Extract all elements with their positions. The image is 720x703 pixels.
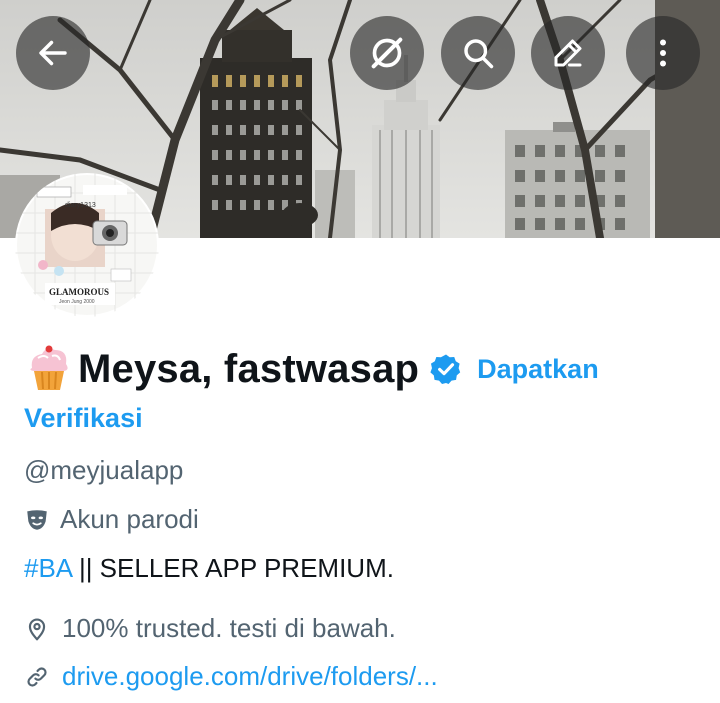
- display-name: Meysa, fastwasap: [78, 346, 420, 391]
- parody-label: Akun parodi: [24, 504, 199, 535]
- parody-mask-icon: [27, 509, 47, 530]
- parody-label-text: Akun parodi: [60, 504, 199, 534]
- website-row: drive.google.com/drive/folders/...: [24, 661, 438, 692]
- arrow-left-icon: [39, 40, 67, 66]
- user-handle: @meyjualapp: [24, 455, 184, 485]
- location-row: 100% trusted. testi di bawah.: [24, 613, 396, 644]
- get-verified-link-line1[interactable]: Dapatkan: [477, 354, 599, 385]
- verified-badge-icon[interactable]: [429, 352, 463, 386]
- pencil-icon: [554, 39, 582, 67]
- location-text: 100% trusted. testi di bawah.: [62, 613, 396, 643]
- back-button[interactable]: [16, 16, 90, 90]
- avatar-subcaption: Jeon Jung 2000: [59, 299, 95, 305]
- avatar[interactable]: diary1313 GLAMOROUS Jeon Jung 2000: [15, 173, 159, 317]
- bio: #BA || SELLER APP PREMIUM.: [24, 553, 394, 584]
- search-icon: [464, 39, 494, 69]
- profile-name-block: Meysa, fastwasap Dapatkan Verifikasi: [24, 343, 704, 435]
- avatar-caption: GLAMOROUS: [49, 287, 109, 297]
- more-vertical-icon: [660, 39, 666, 67]
- bio-hashtag[interactable]: #BA: [24, 553, 72, 583]
- grok-icon: [371, 37, 403, 69]
- edit-button[interactable]: [531, 16, 605, 90]
- link-icon: [27, 666, 47, 687]
- search-button[interactable]: [441, 16, 515, 90]
- grok-button[interactable]: [350, 16, 424, 90]
- cupcake-emoji: [24, 344, 74, 394]
- website-link[interactable]: drive.google.com/drive/folders/...: [62, 661, 438, 692]
- avatar-sticker-text: diary1313: [65, 202, 96, 209]
- get-verified-link-line2[interactable]: Verifikasi: [24, 401, 143, 435]
- location-pin-icon: [28, 618, 46, 640]
- more-button[interactable]: [626, 16, 700, 90]
- bio-text: || SELLER APP PREMIUM.: [71, 553, 394, 583]
